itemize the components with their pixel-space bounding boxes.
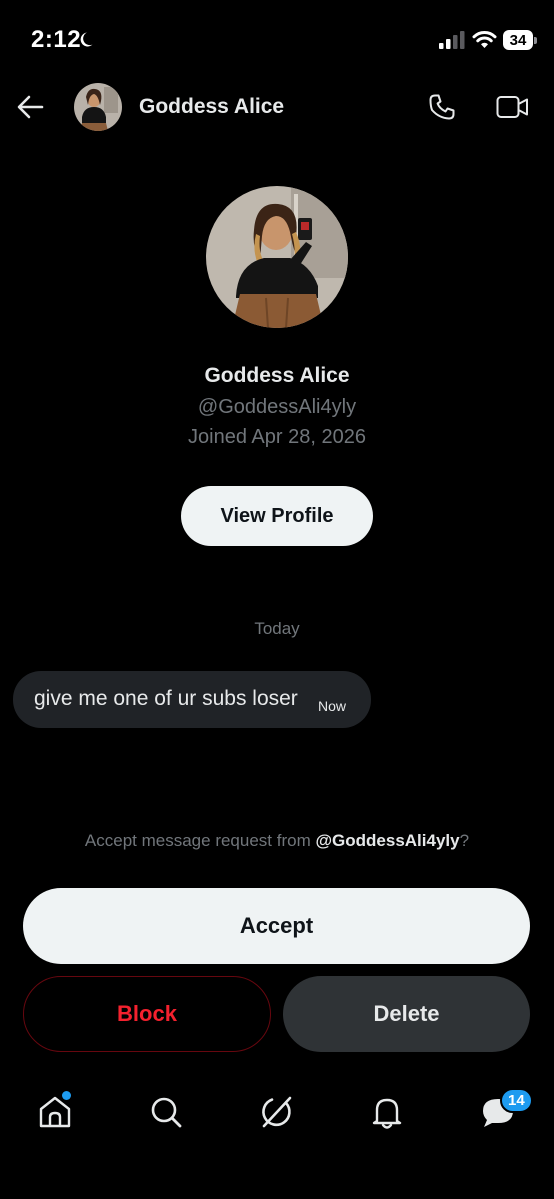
profile-name: Goddess Alice [204, 364, 350, 387]
request-handle: @GoddessAli4yly [315, 831, 460, 850]
request-prompt-prefix: Accept message request from [84, 831, 316, 850]
video-call-icon[interactable] [496, 94, 529, 120]
signal-icon [439, 31, 465, 49]
screen: 2:12 34 Goddess Alice Goddess Alice @God… [0, 0, 554, 1199]
message-text: give me one of ur subs loser [34, 687, 298, 710]
status-time: 2:12 [31, 26, 82, 53]
notifications-icon[interactable] [369, 1094, 405, 1130]
message-timestamp: Now [318, 698, 347, 714]
grok-icon[interactable] [258, 1094, 294, 1130]
block-button[interactable]: Block [23, 976, 271, 1052]
search-icon[interactable] [148, 1094, 184, 1130]
message-bubble[interactable]: give me one of ur subs loser Now [13, 671, 371, 728]
status-bar: 2:12 34 [0, 0, 554, 80]
header-name[interactable]: Goddess Alice [139, 95, 284, 119]
wifi-icon [472, 31, 497, 48]
home-notification-dot [62, 1091, 71, 1100]
battery-nub [534, 37, 537, 44]
delete-button[interactable]: Delete [283, 976, 530, 1052]
battery-level: 34 [503, 30, 533, 50]
back-arrow-icon[interactable] [16, 94, 44, 120]
phone-call-icon[interactable] [428, 93, 456, 121]
bottom-nav: 14 [0, 1080, 554, 1150]
profile-avatar[interactable] [206, 186, 348, 328]
header-avatar[interactable] [74, 83, 122, 131]
conversation-header: Goddess Alice [0, 80, 554, 134]
avatar-photo [74, 83, 122, 131]
day-divider: Today [254, 619, 300, 638]
accept-button[interactable]: Accept [23, 888, 530, 964]
request-prompt-suffix: ? [459, 831, 470, 850]
battery-indicator: 34 [503, 30, 537, 50]
profile-photo [206, 186, 348, 328]
messages-badge: 14 [500, 1088, 533, 1113]
profile-handle: @GoddessAli4yly [197, 396, 357, 418]
profile-joined-date: Joined Apr 28, 2026 [188, 426, 366, 448]
view-profile-button[interactable]: View Profile [181, 486, 373, 546]
message-request-prompt: Accept message request from @GoddessAli4… [0, 831, 554, 851]
moon-icon [80, 32, 93, 47]
